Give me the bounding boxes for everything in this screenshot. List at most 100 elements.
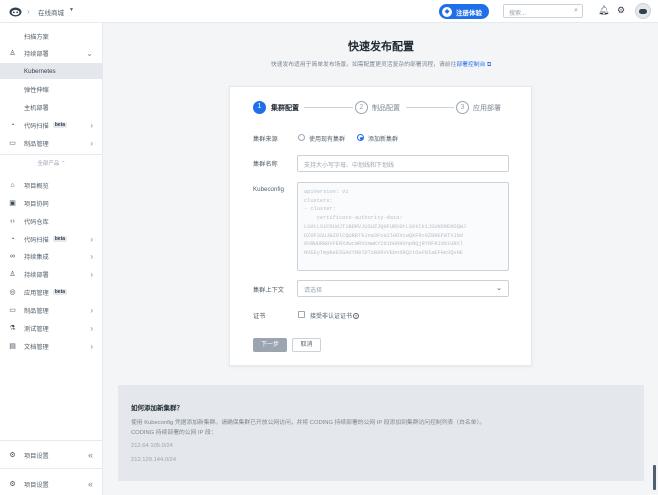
kubeconfig-label: Kubeconfig (253, 186, 284, 193)
cancel-button[interactable]: 取消 (292, 338, 321, 352)
sidebar-item-label: 弹性伸缩 (24, 86, 49, 94)
top-bar: › 在线商城 ▼ ◆ 注册体验 搜索... ⌕ 🔔︎ ⚙ (0, 0, 658, 23)
sidebar-item-collab[interactable]: ▣ 项目协同 (0, 195, 103, 211)
context-select[interactable]: 请选择 ⌄ (297, 280, 509, 297)
page-description: 快速发布适用于简单发布场景。如需配置更灵活复杂的部署流程，请前往部署控制台 ⧉ (104, 59, 658, 69)
next-button[interactable]: 下一步 (253, 338, 287, 352)
accept-cert-label[interactable]: 接受非认证证书? (310, 311, 360, 320)
sidebar-item-code-scan[interactable]: ◔ 代码扫描 beta › (0, 117, 103, 133)
info-icon[interactable]: ? (353, 313, 360, 320)
sidebar-item-project-settings-2[interactable]: ⚙ 项目设置 « (0, 476, 103, 492)
radio-new-label[interactable]: 添加新集群 (368, 134, 398, 143)
group-label: 全部产品 (37, 161, 60, 167)
sidebar-item-label: 项目设置 (24, 452, 49, 460)
coding-logo-icon[interactable] (9, 6, 22, 17)
chevron-right-icon: › (90, 234, 93, 244)
kubeconfig-textarea[interactable]: apiVersion: v1 clusters: - cluster: cert… (297, 182, 509, 271)
deploy-console-link[interactable]: 部署控制台 (456, 62, 485, 68)
cluster-name-input[interactable]: 支持大小写字母、中划线和下划线 (297, 155, 509, 172)
cluster-name-placeholder: 支持大小写字母、中划线和下划线 (304, 163, 395, 169)
sidebar-item-scan-plan[interactable]: 扫描方案 (0, 28, 103, 44)
breadcrumb-project[interactable]: 在线商城 (38, 7, 64, 17)
step-connector (406, 107, 454, 108)
radio-new-cluster[interactable] (357, 134, 364, 141)
search-input[interactable]: 搜索... ⌕ (503, 4, 583, 18)
sidebar-item-label: 持续部署 (24, 50, 49, 58)
help-title: 如何添加新集群？ (131, 405, 183, 412)
sidebar-item-ci[interactable]: ∞ 持续集成 › (0, 248, 103, 264)
code-icon: ‹› (10, 217, 15, 225)
app-icon: ◎ (9, 289, 16, 296)
scrollbar[interactable] (653, 465, 656, 490)
context-placeholder: 请选择 (304, 288, 323, 294)
bell-icon[interactable]: 🔔︎ (598, 5, 609, 16)
step-3-circle: 3 (456, 101, 469, 114)
step-connector (304, 107, 353, 108)
accept-cert-checkbox[interactable] (298, 311, 305, 318)
kubeconfig-placeholder: apiVersion: v1 clusters: - cluster: cert… (304, 189, 467, 256)
chevron-down-icon[interactable]: ▼ (69, 7, 74, 13)
step-1-circle: 1 (253, 101, 266, 114)
chevron-down-icon: ⌄ (496, 285, 502, 292)
beta-badge: beta (52, 122, 68, 128)
sidebar-item-label: 代码仓库 (24, 218, 49, 226)
chevron-right-icon: › (90, 269, 93, 279)
sidebar-item-artifact[interactable]: ▭ 制品管理 › (0, 135, 103, 151)
chevron-right-icon: › (90, 251, 93, 261)
collapse-sidebar-icon[interactable]: « (88, 479, 93, 489)
help-text-line: CODING 持续部署的公网 IP 段： (131, 430, 217, 436)
sidebar-item-overview[interactable]: ⌂ 项目概览 (0, 177, 103, 193)
step-3-label: 应用部署 (473, 105, 501, 112)
cluster-name-label: 集群名称 (253, 161, 278, 168)
sidebar-item-autoscale[interactable]: 弹性伸缩 (0, 81, 103, 97)
infinity-icon: ∞ (10, 252, 15, 260)
step-2-circle: 2 (355, 101, 368, 114)
help-text: 使用 Kubeconfig 凭据添加新集群。请确保集群已开放公网访问，并将 CO… (131, 418, 631, 438)
chevron-right-icon: › (90, 323, 93, 333)
book-icon: ▤ (9, 343, 16, 350)
sidebar-item-cd[interactable]: ♙ 持续部署 › (0, 266, 103, 282)
sidebar-item-deploy[interactable]: ♙ 持续部署 ⌄ (0, 45, 103, 61)
promo-button[interactable]: ◆ 注册体验 (439, 4, 489, 19)
gear-icon: ⚙ (9, 481, 16, 488)
sidebar-item-label: 测试管理 (24, 325, 49, 333)
chevron-right-icon: › (90, 138, 93, 148)
promo-icon: ◆ (442, 6, 452, 17)
chevron-right-icon: › (90, 341, 93, 351)
external-link-icon[interactable]: ⧉ (487, 62, 491, 68)
sidebar-item-label: 文档管理 (24, 343, 49, 351)
board-icon: ▣ (9, 200, 16, 207)
artifact-icon: ▭ (9, 140, 16, 147)
chevron-right-icon: › (90, 305, 93, 315)
beta-badge: beta (52, 236, 68, 242)
sidebar-item-test[interactable]: ⚗ 测试管理 › (0, 320, 103, 336)
sidebar-item-label: 应用管理 (24, 289, 49, 297)
gear-icon: ⚙ (9, 452, 16, 459)
sidebar-item-label: 代码扫描 (24, 236, 49, 244)
cert-label: 证书 (253, 313, 266, 320)
step-1-label: 集群配置 (271, 105, 299, 112)
home-icon: ⌂ (10, 181, 15, 189)
sidebar-item-code-scan-2[interactable]: ◔ 代码扫描 beta › (0, 231, 103, 247)
sidebar-item-artifact-2[interactable]: ▭ 制品管理 › (0, 302, 103, 318)
sidebar-item-code-repo[interactable]: ‹› 代码仓库 (0, 213, 103, 229)
sidebar-item-docs[interactable]: ▤ 文档管理 › (0, 338, 103, 354)
radio-existing-label[interactable]: 使用现有集群 (309, 134, 345, 143)
scan-icon: ◔ (10, 235, 15, 243)
promo-label: 注册体验 (456, 9, 482, 17)
chevron-down-icon: ⌄ (86, 48, 93, 58)
help-ip-2: 212.129.144.0/24 (131, 457, 177, 463)
cluster-source-label: 集群来源 (253, 136, 278, 143)
collapse-sidebar-icon[interactable]: « (88, 450, 93, 460)
sidebar-item-app[interactable]: ◎ 应用管理 beta (0, 284, 103, 300)
sidebar-item-kubernetes[interactable]: Kubernetes (0, 63, 103, 79)
all-products-toggle[interactable]: 全部产品 ⌃ (0, 159, 103, 167)
avatar[interactable] (635, 3, 651, 19)
chevron-up-icon: ⌃ (60, 161, 66, 167)
radio-existing-cluster[interactable] (298, 134, 305, 141)
sidebar-item-project-settings[interactable]: ⚙ 项目设置 « (0, 447, 103, 463)
sidebar-item-host-deploy[interactable]: 主机部署 (0, 99, 103, 115)
sidebar-divider (0, 154, 103, 155)
gear-icon[interactable]: ⚙ (617, 5, 625, 16)
help-ip-1: 212.64.105.0/24 (131, 443, 173, 449)
